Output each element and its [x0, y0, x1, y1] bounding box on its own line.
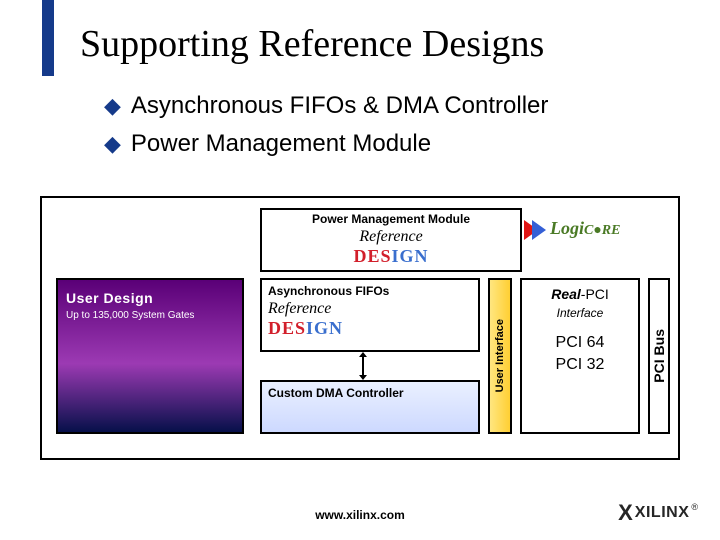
slide: Supporting Reference Designs ◆ Asynchron… [0, 0, 720, 540]
real-pci-title: Real-PCI [522, 286, 638, 302]
pci32-label: PCI 32 [522, 354, 638, 376]
slide-title: Supporting Reference Designs [80, 22, 544, 66]
bullet-text: Asynchronous FIFOs & DMA Controller [131, 92, 548, 120]
user-interface-label: User Interface [494, 319, 506, 392]
user-design-sub: Up to 135,000 System Gates [66, 310, 234, 321]
bidirectional-arrow-icon [362, 356, 364, 376]
bullet-glyph-icon: ◆ [104, 94, 121, 118]
pci64-label: PCI 64 [522, 332, 638, 354]
real-pci-sub: Interface [522, 306, 638, 320]
refdesign-line2: DESIGN [353, 246, 428, 267]
custom-dma-block: Custom DMA Controller [260, 380, 480, 434]
async-fifos-block: Asynchronous FIFOs Reference DESIGN [260, 278, 480, 352]
footer-url: www.xilinx.com [0, 508, 720, 522]
bullet-glyph-icon: ◆ [104, 132, 121, 156]
architecture-diagram: User Design Up to 135,000 System Gates P… [40, 196, 680, 460]
logicore-word: LogiC●RE [550, 218, 620, 239]
user-interface-block: User Interface [488, 278, 512, 434]
xilinx-logo: X XILINX ® [618, 500, 698, 526]
power-mgmt-label: Power Management Module [262, 212, 520, 226]
real-pci-block: Real-PCI Interface PCI 64 PCI 32 [520, 278, 640, 434]
pci-bus-label: PCI Bus [651, 329, 667, 383]
async-fifos-label: Asynchronous FIFOs [268, 284, 472, 298]
refdesign-line1: Reference [268, 300, 343, 318]
refdesign-line2: DESIGN [268, 318, 343, 339]
custom-dma-label: Custom DMA Controller [268, 386, 472, 400]
refdesign-line1: Reference [353, 228, 428, 246]
user-design-block: User Design Up to 135,000 System Gates [56, 278, 244, 434]
xilinx-word: XILINX [635, 504, 690, 522]
logicore-logo: LogiC●RE [524, 214, 632, 246]
reference-design-logo: Reference DESIGN [353, 228, 428, 267]
triangle-blue-icon [532, 220, 546, 240]
pci-bus-block: PCI Bus [648, 278, 670, 434]
bullet-list: ◆ Asynchronous FIFOs & DMA Controller ◆ … [104, 92, 548, 168]
reference-design-logo: Reference DESIGN [268, 300, 343, 339]
xilinx-x-icon: X [618, 500, 633, 526]
accent-bar [42, 0, 54, 76]
bullet-item: ◆ Power Management Module [104, 130, 548, 158]
user-design-title: User Design [66, 290, 234, 306]
bullet-text: Power Management Module [131, 130, 431, 158]
power-mgmt-block: Power Management Module Reference DESIGN [260, 208, 522, 272]
bullet-item: ◆ Asynchronous FIFOs & DMA Controller [104, 92, 548, 120]
registered-icon: ® [691, 502, 698, 512]
